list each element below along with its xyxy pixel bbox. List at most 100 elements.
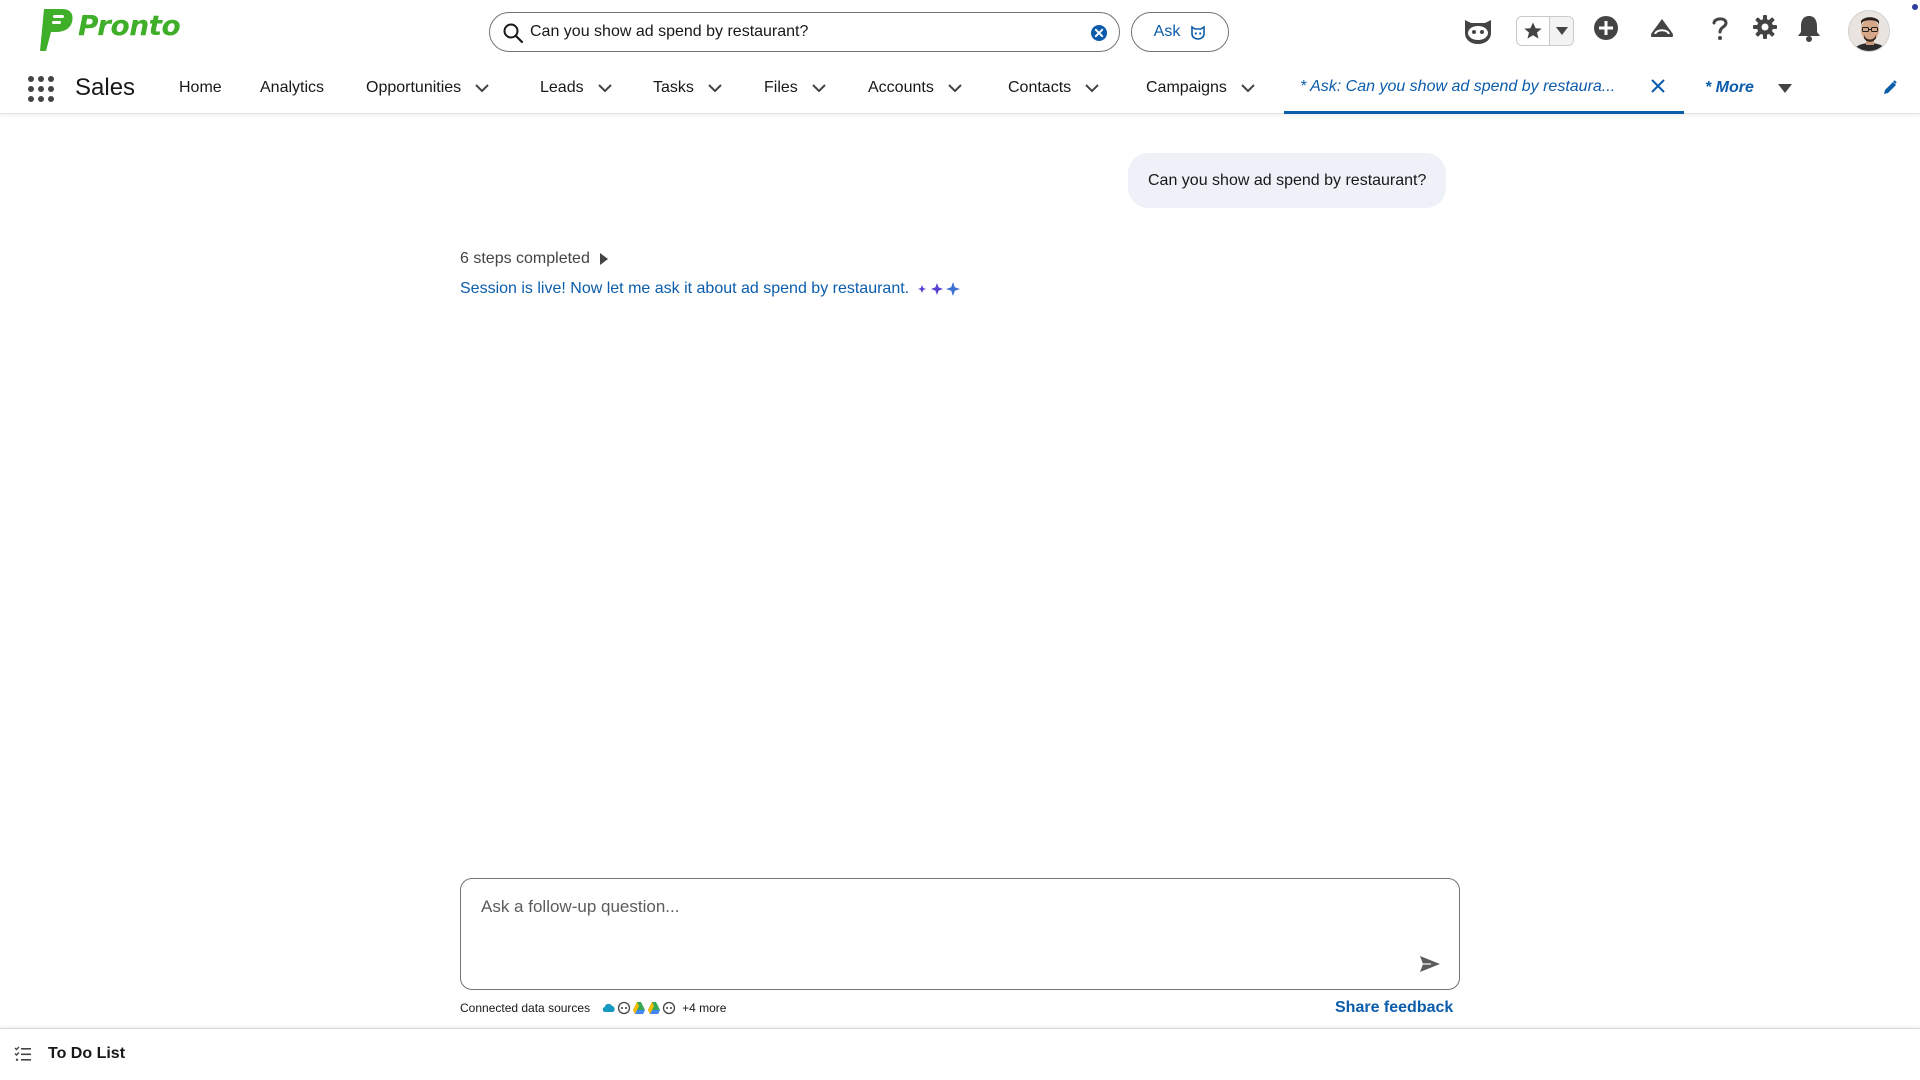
chevron-down-icon[interactable] bbox=[475, 83, 489, 93]
global-search-input[interactable]: Can you show ad spend by restaurant? bbox=[489, 12, 1120, 52]
nav-item-contacts[interactable]: Contacts bbox=[1008, 62, 1099, 114]
nav-item-label: Tasks bbox=[653, 79, 694, 96]
nav-item-accounts[interactable]: Accounts bbox=[868, 62, 962, 114]
more-label: * More bbox=[1705, 79, 1754, 96]
chevron-down-icon[interactable] bbox=[1241, 83, 1255, 93]
follow-up-placeholder: Ask a follow-up question... bbox=[481, 897, 680, 916]
ask-button-label: Ask bbox=[1153, 23, 1181, 40]
drive-source-icon bbox=[648, 1002, 661, 1014]
launcher-dot bbox=[38, 86, 44, 92]
chevron-down-icon[interactable] bbox=[948, 83, 962, 93]
edit-nav-icon[interactable] bbox=[1882, 80, 1898, 96]
app-launcher-button[interactable] bbox=[26, 74, 54, 102]
global-header: Pronto Can you show ad spend by restaura… bbox=[0, 0, 1920, 62]
todo-list-label: To Do List bbox=[48, 1045, 126, 1062]
star-icon bbox=[1524, 22, 1542, 39]
user-message-bubble: Can you show ad spend by restaurant? bbox=[1128, 153, 1447, 208]
utility-bar: To Do List bbox=[0, 1028, 1920, 1080]
share-feedback-link[interactable]: Share feedback bbox=[1335, 999, 1453, 1017]
user-message-text: Can you show ad spend by restaurant? bbox=[1148, 171, 1427, 189]
nav-item-label: Home bbox=[179, 79, 222, 96]
nav-item-analytics[interactable]: Analytics bbox=[260, 62, 324, 114]
launcher-dot bbox=[38, 96, 44, 102]
nav-item-label: Contacts bbox=[1008, 79, 1072, 96]
favorites-group bbox=[1516, 16, 1574, 46]
gear-icon bbox=[1753, 15, 1777, 39]
profile-photo-icon bbox=[1849, 11, 1889, 51]
todo-list-button[interactable]: To Do List bbox=[14, 1045, 125, 1063]
nav-item-label: Campaigns bbox=[1146, 79, 1227, 96]
chevron-down-icon[interactable] bbox=[708, 83, 722, 93]
nav-item-campaigns[interactable]: Campaigns bbox=[1146, 62, 1255, 114]
clear-search-icon[interactable] bbox=[1089, 23, 1109, 43]
trailhead-icon bbox=[1651, 19, 1673, 37]
caret-down-icon bbox=[1555, 27, 1568, 35]
caret-down-icon bbox=[1777, 83, 1792, 93]
nav-item-label: Analytics bbox=[260, 79, 325, 96]
trailhead-button[interactable] bbox=[1648, 14, 1676, 42]
launcher-dot bbox=[48, 76, 54, 82]
global-create-button[interactable] bbox=[1592, 14, 1620, 42]
sources-more-link[interactable]: +4 more bbox=[682, 1001, 726, 1015]
agent-source-icon bbox=[662, 1001, 676, 1015]
notifications-button[interactable] bbox=[1796, 14, 1822, 42]
chevron-down-icon[interactable] bbox=[1085, 83, 1099, 93]
setup-button[interactable] bbox=[1752, 14, 1778, 40]
launcher-dot bbox=[28, 96, 34, 102]
search-query-text: Can you show ad spend by restaurant? bbox=[530, 23, 809, 40]
active-tab-label: * Ask: Can you show ad spend by restaura… bbox=[1300, 77, 1616, 95]
nav-item-label: Files bbox=[764, 79, 798, 96]
help-button[interactable] bbox=[1710, 14, 1730, 42]
pronto-logo[interactable]: Pronto bbox=[38, 5, 181, 53]
tab-ask-ad-spend[interactable]: * Ask: Can you show ad spend by restaura… bbox=[1284, 62, 1684, 114]
window-indicator-dot bbox=[1912, 4, 1918, 10]
bell-icon bbox=[1798, 16, 1820, 42]
agent-status-text: Session is live! Now let me ask it about… bbox=[460, 280, 910, 297]
add-icon bbox=[1594, 16, 1618, 40]
nav-item-label: Opportunities bbox=[366, 79, 462, 96]
favorites-button[interactable] bbox=[1517, 17, 1549, 45]
brand-name: Pronto bbox=[78, 9, 181, 42]
steps-label: 6 steps completed bbox=[460, 250, 590, 267]
nav-more-menu[interactable]: * More bbox=[1705, 62, 1792, 114]
cloud-source-icon bbox=[602, 1003, 615, 1012]
agent-assistant-button[interactable] bbox=[1462, 14, 1494, 46]
follow-up-composer[interactable]: Ask a follow-up question... bbox=[460, 878, 1460, 990]
launcher-dot bbox=[38, 76, 44, 82]
agent-source-icon bbox=[617, 1001, 631, 1015]
ask-button[interactable]: Ask bbox=[1131, 12, 1229, 52]
checklist-icon bbox=[14, 1046, 31, 1061]
search-icon bbox=[503, 23, 524, 44]
launcher-dot bbox=[48, 86, 54, 92]
agent-icon bbox=[1191, 25, 1206, 40]
nav-item-opportunities[interactable]: Opportunities bbox=[366, 62, 489, 114]
nav-item-label: Leads bbox=[540, 79, 584, 96]
launcher-dot bbox=[28, 86, 34, 92]
connected-data-sources: Connected data sources +4 more bbox=[460, 1001, 726, 1015]
launcher-dot bbox=[28, 76, 34, 82]
agent-status-line: Session is live! Now let me ask it about… bbox=[460, 280, 961, 298]
drive-source-icon bbox=[633, 1002, 646, 1014]
steps-toggle[interactable]: 6 steps completed bbox=[460, 250, 608, 268]
close-tab-icon[interactable] bbox=[1650, 78, 1666, 94]
nav-item-label: Accounts bbox=[868, 79, 934, 96]
chevron-down-icon[interactable] bbox=[597, 83, 612, 93]
agent-face-icon bbox=[1465, 20, 1491, 44]
nav-item-leads[interactable]: Leads bbox=[540, 62, 612, 114]
expand-triangle-icon bbox=[599, 253, 608, 265]
favorites-menu-button[interactable] bbox=[1549, 17, 1573, 45]
chevron-down-icon[interactable] bbox=[812, 83, 826, 93]
app-navigation-bar: Sales Home Analytics Opportunities Leads… bbox=[0, 62, 1920, 114]
send-icon[interactable] bbox=[1419, 955, 1441, 973]
launcher-dot bbox=[48, 96, 54, 102]
pronto-p-icon bbox=[40, 9, 73, 51]
sparkles-icon bbox=[917, 281, 961, 297]
app-name: Sales bbox=[75, 74, 136, 101]
nav-item-tasks[interactable]: Tasks bbox=[653, 62, 722, 114]
sources-label: Connected data sources bbox=[460, 1001, 591, 1015]
nav-item-files[interactable]: Files bbox=[764, 62, 826, 114]
source-icons[interactable] bbox=[602, 1001, 676, 1015]
nav-item-home[interactable]: Home bbox=[179, 62, 222, 114]
help-icon bbox=[1712, 17, 1728, 40]
user-avatar[interactable] bbox=[1848, 10, 1890, 52]
